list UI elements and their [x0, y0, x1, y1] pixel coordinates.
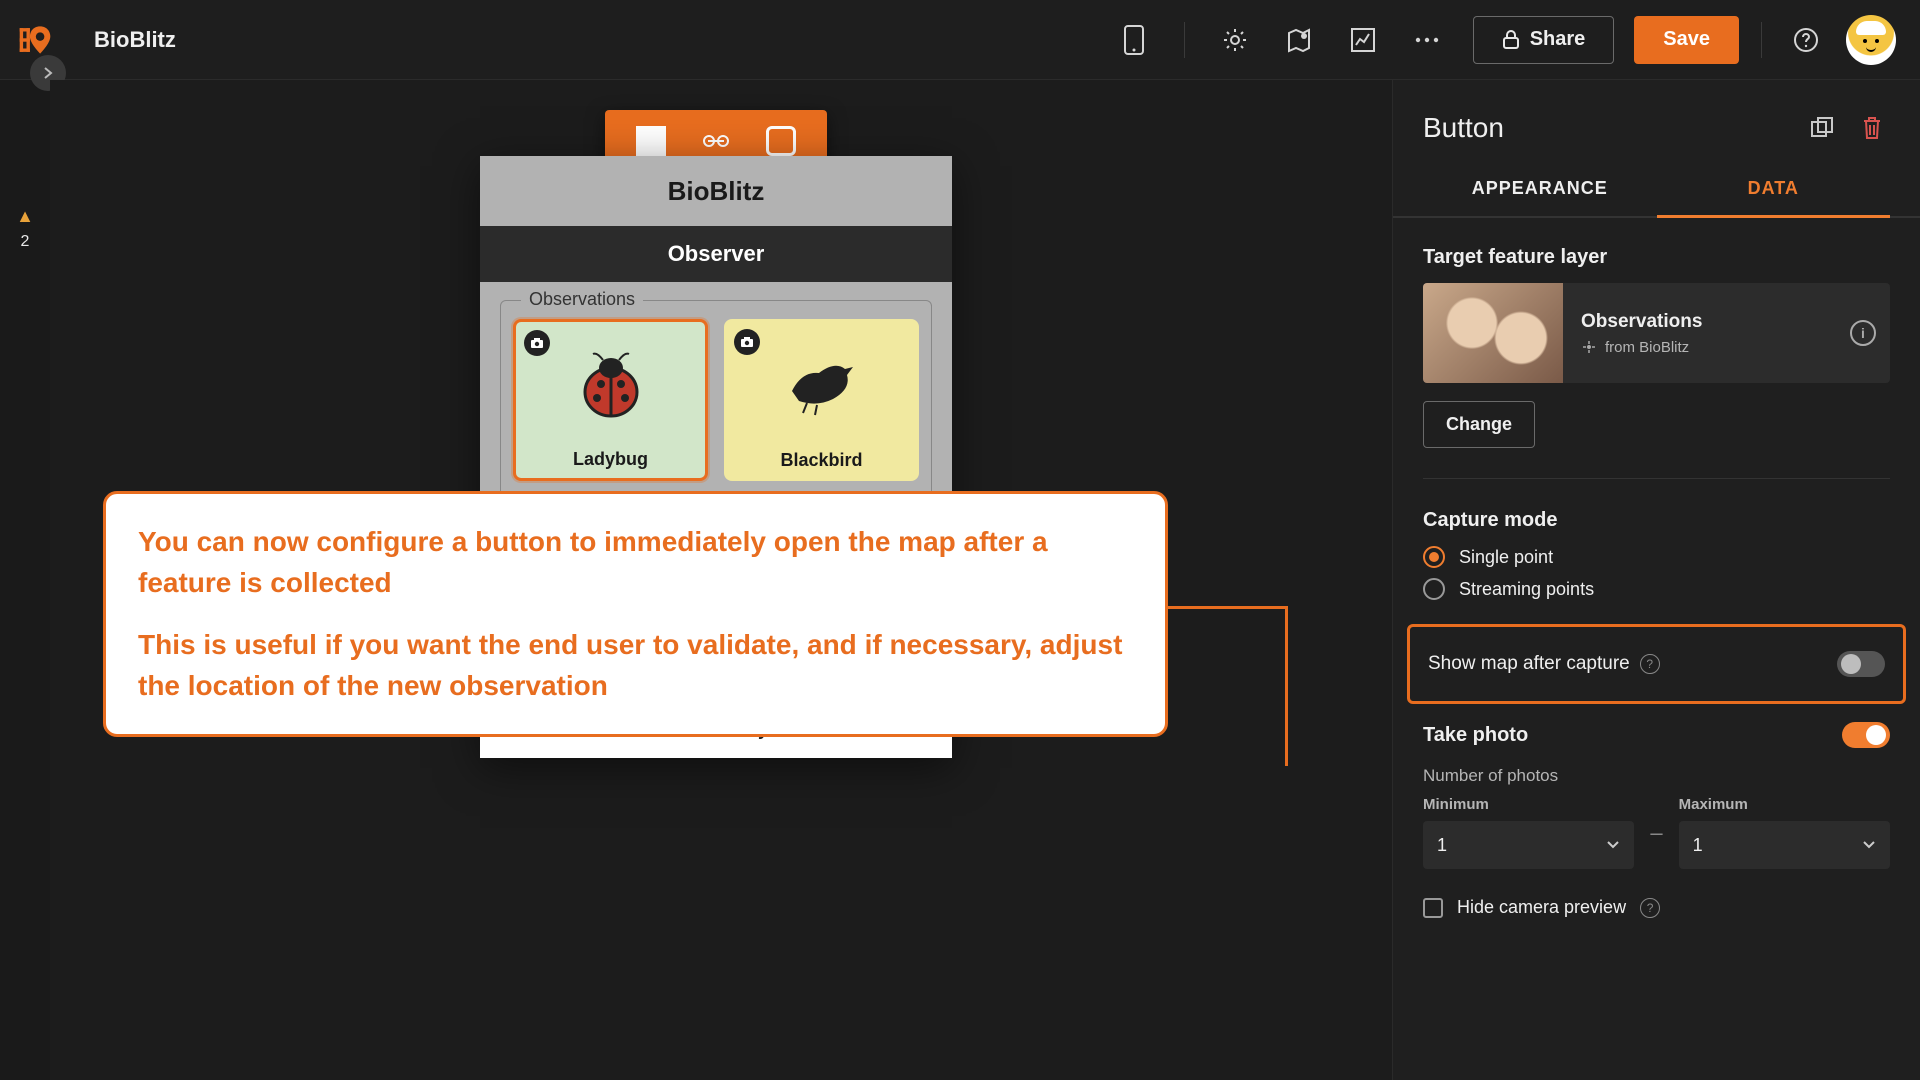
checkbox-icon: [1423, 898, 1443, 918]
min-photos-select[interactable]: 1: [1423, 821, 1634, 869]
help-icon[interactable]: [1784, 18, 1828, 62]
left-gutter: ▲ 2: [0, 80, 50, 1080]
hide-preview-row[interactable]: Hide camera preview ?: [1423, 897, 1890, 918]
radio-label: Single point: [1459, 547, 1553, 568]
show-map-after-capture-row: Show map after capture ?: [1407, 624, 1906, 704]
layer-source: from BioBlitz: [1605, 339, 1689, 356]
camera-icon: [734, 329, 760, 355]
max-label: Maximum: [1679, 796, 1890, 813]
help-icon[interactable]: ?: [1640, 898, 1660, 918]
callout-connector: [1168, 606, 1288, 609]
map-icon[interactable]: [1277, 18, 1321, 62]
change-layer-button[interactable]: Change: [1423, 401, 1535, 448]
max-photos-select[interactable]: 1: [1679, 821, 1890, 869]
point-icon: [1581, 339, 1597, 355]
share-button[interactable]: Share: [1473, 16, 1615, 64]
radio-streaming[interactable]: Streaming points: [1423, 578, 1890, 600]
help-icon[interactable]: ?: [1640, 654, 1660, 674]
user-avatar[interactable]: [1846, 15, 1896, 65]
panel-tabs: APPEARANCE DATA: [1393, 162, 1920, 218]
num-photos-label: Number of photos: [1423, 766, 1890, 786]
warning-icon[interactable]: ▲: [16, 206, 34, 227]
radio-single-point[interactable]: Single point: [1423, 546, 1890, 568]
show-map-toggle[interactable]: [1837, 651, 1885, 677]
radio-label: Streaming points: [1459, 579, 1594, 600]
card-blackbird[interactable]: Blackbird: [724, 319, 919, 481]
phone-title: BioBlitz: [480, 156, 952, 226]
project-title: BioBlitz: [94, 27, 176, 53]
camera-icon: [524, 330, 550, 356]
panel-title: Button: [1423, 112, 1790, 144]
capture-mode-heading: Capture mode: [1423, 509, 1890, 532]
max-value: 1: [1693, 835, 1703, 856]
more-icon[interactable]: [1405, 18, 1449, 62]
take-photo-label: Take photo: [1423, 724, 1528, 747]
min-value: 1: [1437, 835, 1447, 856]
phone-subtitle: Observer: [480, 226, 952, 282]
callout-connector: [1285, 606, 1288, 766]
top-icon-group: [1112, 18, 1449, 62]
chevron-down-icon: [1862, 840, 1876, 850]
radio-icon: [1423, 546, 1445, 568]
device-preview-icon[interactable]: [1112, 18, 1156, 62]
observations-legend: Observations: [521, 289, 643, 310]
tool-container[interactable]: [763, 123, 799, 159]
card-ladybug[interactable]: Ladybug: [513, 319, 708, 481]
tool-link[interactable]: [698, 123, 734, 159]
save-label: Save: [1663, 28, 1710, 51]
layer-name: Observations: [1581, 311, 1832, 333]
hide-preview-label: Hide camera preview: [1457, 897, 1626, 918]
share-label: Share: [1530, 28, 1586, 51]
card-label: Ladybug: [573, 449, 648, 470]
callout-line2: This is useful if you want the end user …: [138, 625, 1133, 706]
save-button[interactable]: Save: [1634, 16, 1739, 64]
min-label: Minimum: [1423, 796, 1634, 813]
annotation-callout: You can now configure a button to immedi…: [103, 491, 1168, 737]
lock-icon: [1502, 30, 1520, 50]
callout-line1: You can now configure a button to immedi…: [138, 522, 1133, 603]
duplicate-icon[interactable]: [1804, 110, 1840, 146]
settings-icon[interactable]: [1213, 18, 1257, 62]
top-bar: BioBlitz Share Save: [0, 0, 1920, 80]
target-layer-card: Observations from BioBlitz i: [1423, 283, 1890, 383]
tool-page[interactable]: [633, 123, 669, 159]
target-layer-heading: Target feature layer: [1423, 246, 1890, 269]
properties-panel: Button APPEARANCE DATA Target feature la…: [1392, 80, 1920, 1080]
show-map-label: Show map after capture: [1428, 653, 1630, 675]
take-photo-toggle[interactable]: [1842, 722, 1890, 748]
chevron-down-icon: [1606, 840, 1620, 850]
layer-thumbnail: [1423, 283, 1563, 383]
tab-data[interactable]: DATA: [1657, 162, 1891, 218]
radio-icon: [1423, 578, 1445, 600]
delete-icon[interactable]: [1854, 110, 1890, 146]
tab-appearance[interactable]: APPEARANCE: [1423, 162, 1657, 216]
range-dash: –: [1650, 820, 1662, 846]
card-label: Blackbird: [780, 450, 862, 471]
warning-count: 2: [21, 233, 30, 251]
info-icon[interactable]: i: [1850, 320, 1876, 346]
chart-icon[interactable]: [1341, 18, 1385, 62]
